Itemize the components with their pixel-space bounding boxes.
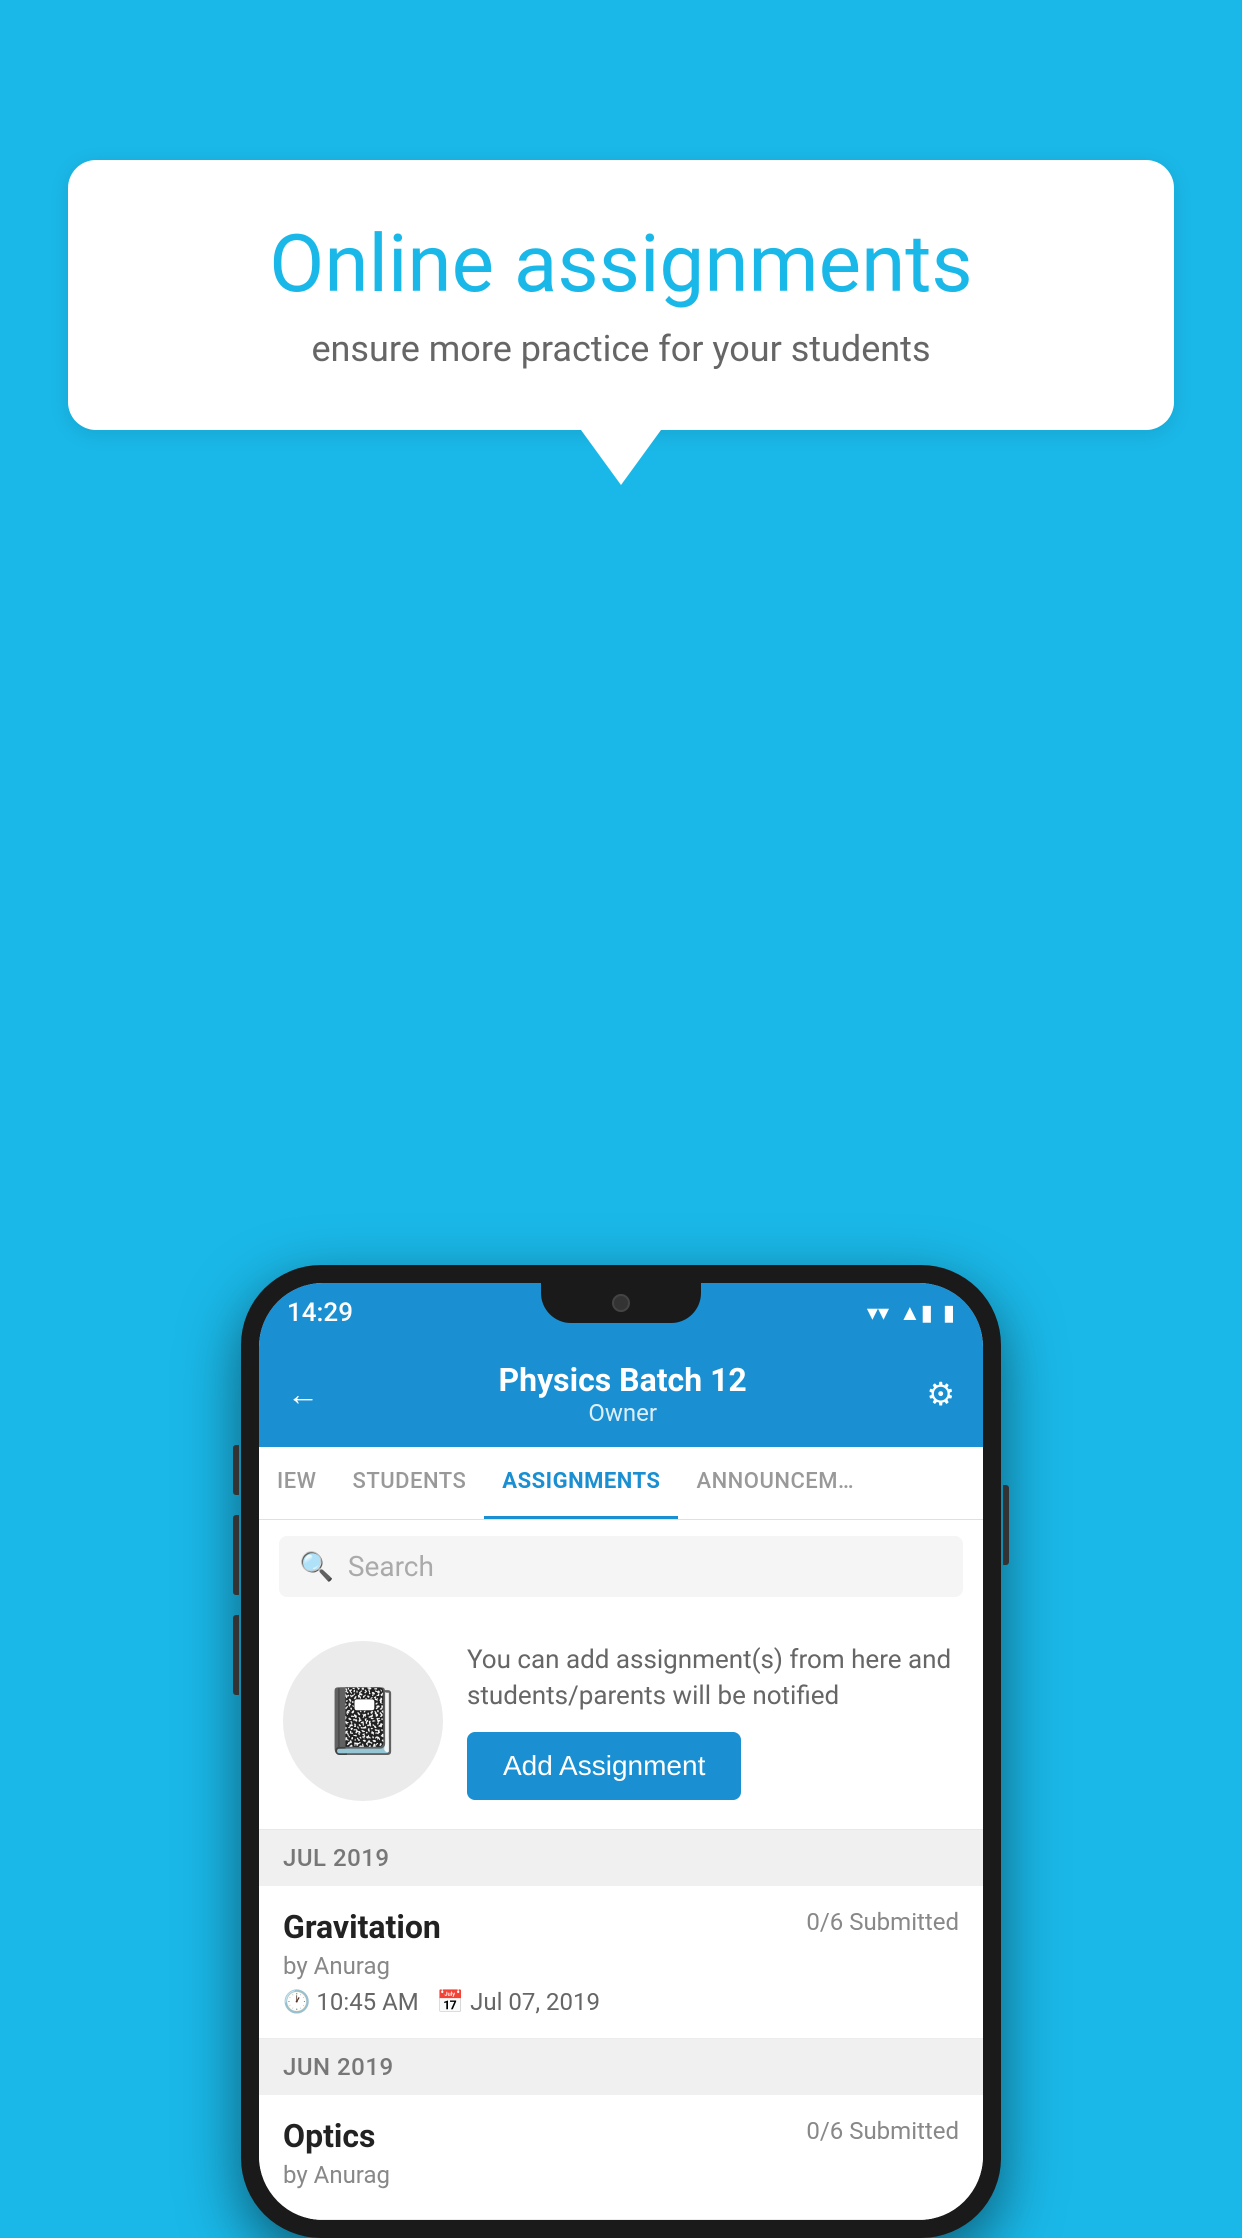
notebook-icon: 📓 [323, 1684, 403, 1759]
promo-text-section: You can add assignment(s) from here and … [467, 1642, 959, 1801]
search-container: 🔍 Search [259, 1520, 983, 1613]
assignment-meta-gravitation: 🕐 10:45 AM 📅 Jul 07, 2019 [283, 1988, 959, 2016]
speech-bubble-arrow [581, 430, 661, 485]
camera-dot [612, 1294, 630, 1312]
phone-outer: 14:29 ▾▾ ▲▮ ▮ ← Physics Batch 12 Owner ⚙… [241, 1265, 1001, 2238]
phone-side-button-left2 [233, 1515, 239, 1595]
assignment-title-gravitation: Gravitation [283, 1908, 441, 1946]
assignment-submitted-gravitation: 0/6 Submitted [806, 1908, 959, 1936]
tab-iew[interactable]: IEW [259, 1447, 335, 1519]
section-header-jul: JUL 2019 [259, 1830, 983, 1886]
time-value-gravitation: 10:45 AM [316, 1988, 418, 2016]
search-input-wrapper[interactable]: 🔍 Search [279, 1536, 963, 1597]
assignment-author-gravitation: by Anurag [283, 1952, 959, 1980]
meta-time-gravitation: 🕐 10:45 AM [283, 1988, 419, 2016]
battery-icon: ▮ [943, 1301, 955, 1326]
tab-announcements[interactable]: ANNOUNCEM… [678, 1447, 872, 1519]
phone-container: 14:29 ▾▾ ▲▮ ▮ ← Physics Batch 12 Owner ⚙… [241, 1265, 1001, 2238]
phone-side-button-right [1003, 1485, 1009, 1565]
header-title-section: Physics Batch 12 Owner [319, 1361, 926, 1427]
add-assignment-button[interactable]: Add Assignment [467, 1732, 741, 1800]
speech-bubble-title: Online assignments [138, 220, 1104, 308]
phone-side-button-left1 [233, 1445, 239, 1495]
assignment-icon-circle: 📓 [283, 1641, 443, 1801]
assignment-item-gravitation[interactable]: Gravitation 0/6 Submitted by Anurag 🕐 10… [259, 1886, 983, 2039]
wifi-icon: ▾▾ [867, 1301, 889, 1326]
assignment-top-row-optics: Optics 0/6 Submitted [283, 2117, 959, 2155]
app-header: ← Physics Batch 12 Owner ⚙ [259, 1343, 983, 1447]
clock-icon: 🕐 [283, 1990, 310, 2015]
search-icon: 🔍 [299, 1550, 334, 1583]
phone-side-button-left3 [233, 1615, 239, 1695]
settings-icon[interactable]: ⚙ [926, 1375, 955, 1413]
tabs-container: IEW STUDENTS ASSIGNMENTS ANNOUNCEM… [259, 1447, 983, 1520]
section-label-jun: JUN 2019 [283, 2053, 394, 2081]
speech-bubble-container: Online assignments ensure more practice … [68, 160, 1174, 485]
back-button[interactable]: ← [287, 1375, 319, 1413]
notch [541, 1283, 701, 1323]
assignment-author-optics: by Anurag [283, 2161, 959, 2189]
section-header-jun: JUN 2019 [259, 2039, 983, 2095]
speech-bubble: Online assignments ensure more practice … [68, 160, 1174, 430]
assignment-title-optics: Optics [283, 2117, 375, 2155]
calendar-icon: 📅 [437, 1990, 464, 2015]
add-assignment-promo: 📓 You can add assignment(s) from here an… [259, 1613, 983, 1830]
tab-assignments[interactable]: ASSIGNMENTS [484, 1447, 678, 1519]
assignment-top-row: Gravitation 0/6 Submitted [283, 1908, 959, 1946]
signal-icon: ▲▮ [899, 1300, 933, 1326]
search-placeholder-text: Search [348, 1550, 434, 1583]
speech-bubble-subtitle: ensure more practice for your students [138, 328, 1104, 370]
status-icons: ▾▾ ▲▮ ▮ [867, 1300, 955, 1326]
assignment-submitted-optics: 0/6 Submitted [806, 2117, 959, 2145]
status-bar: 14:29 ▾▾ ▲▮ ▮ [259, 1283, 983, 1343]
date-value-gravitation: Jul 07, 2019 [470, 1988, 600, 2016]
assignment-item-optics[interactable]: Optics 0/6 Submitted by Anurag [259, 2095, 983, 2220]
batch-name: Physics Batch 12 [319, 1361, 926, 1399]
promo-description: You can add assignment(s) from here and … [467, 1642, 959, 1715]
status-time: 14:29 [287, 1298, 353, 1328]
tab-students[interactable]: STUDENTS [335, 1447, 485, 1519]
phone-screen: 14:29 ▾▾ ▲▮ ▮ ← Physics Batch 12 Owner ⚙… [259, 1283, 983, 2220]
meta-date-gravitation: 📅 Jul 07, 2019 [437, 1988, 600, 2016]
owner-label: Owner [319, 1399, 926, 1427]
section-label-jul: JUL 2019 [283, 1844, 390, 1872]
